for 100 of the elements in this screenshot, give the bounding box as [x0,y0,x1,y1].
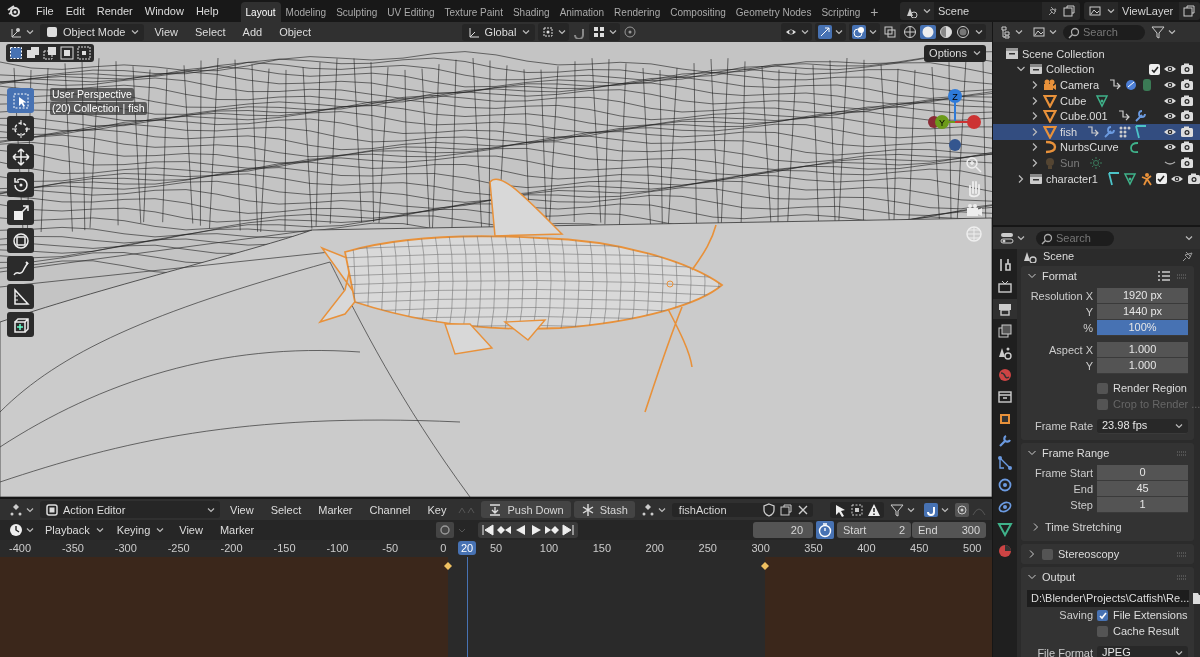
number-field[interactable]: 1920 px [1097,288,1188,304]
outliner-row[interactable]: Scene Collection [993,46,1200,62]
percentage-slider[interactable]: 100% [1097,320,1188,336]
checkbox-label[interactable]: Cache Result [1113,625,1180,637]
panel-header[interactable]: Output [1021,567,1194,587]
start-frame-field[interactable]: Start 2 [837,522,911,538]
workspace-tab[interactable]: Texture Paint [439,2,508,22]
menu-item[interactable]: View [223,501,261,518]
number-field[interactable]: 45 [1097,481,1188,497]
menu-item[interactable]: Help [189,3,225,19]
menu-item[interactable]: Channel [362,501,418,518]
workspace-tab[interactable]: UV Editing [382,2,440,22]
menu-item[interactable]: Marker [212,522,262,538]
menu-dropdown[interactable]: Playback [40,521,109,539]
view-layer-selector[interactable]: ViewLayer [1084,2,1200,20]
dropdown[interactable]: JPEG [1097,645,1188,657]
scene-name: Scene [934,2,1042,20]
frame-number: -300 [114,542,137,554]
action-editor-dropdown[interactable]: Action Editor [40,501,220,518]
current-frame-indicator[interactable]: 20 [458,541,477,555]
outliner-row[interactable]: Camera [993,77,1200,93]
outliner-row[interactable]: Collection [993,61,1200,78]
frame-number: 150 [592,542,612,554]
navigation-gizmo-drawing[interactable]: Z Y [922,88,984,154]
number-field[interactable]: 1.000 [1097,342,1188,358]
outliner-item-label: Collection [1046,63,1095,76]
number-field[interactable]: 1440 px [1097,304,1188,320]
menu-item[interactable]: View [172,522,210,538]
menu-item[interactable]: View [147,24,186,40]
workspace-tab[interactable]: Shading [507,2,555,22]
field-label: Start [843,523,867,538]
field-label: Y [1085,360,1093,372]
panel-header[interactable]: Frame Range [1021,443,1194,463]
outliner-row[interactable]: character1 [993,170,1200,187]
search-field[interactable]: Search [1063,24,1145,40]
frame-number: 300 [751,542,770,554]
menu-item[interactable]: File [30,3,60,19]
orientation-dropdown[interactable]: Global [461,23,536,41]
panel-title: Format [1042,270,1077,282]
object-mode-dropdown[interactable]: Object Mode [40,23,145,41]
number-field[interactable]: 1 [1097,497,1188,513]
panel-header[interactable]: Format [1021,266,1194,286]
outliner-item-label: Camera [1060,79,1100,91]
outliner-item-label: Sun [1060,156,1080,169]
frame-number: 400 [857,542,876,554]
menu-item[interactable]: Window [138,3,190,19]
outliner-row[interactable]: Sun [993,155,1200,171]
panel-title: Output [1042,571,1076,583]
frame-number: -150 [273,542,296,554]
frame-number: 500 [963,542,982,554]
viewport-info-text: User Perspective [50,88,134,101]
menu-item[interactable]: Edit [59,3,91,19]
search-field[interactable]: Search [1036,230,1114,246]
panel-header[interactable]: Stereoscopy [1021,544,1194,564]
frame-number: 450 [910,542,929,554]
menu-item[interactable]: Render [90,3,139,19]
field-label: Aspect X [1048,344,1093,356]
field-value: 300 [961,523,980,538]
menu-item[interactable]: Object [272,24,318,40]
outliner-row[interactable]: Cube [993,92,1200,109]
outliner-item-label: Scene Collection [1022,47,1105,60]
menu-item[interactable]: Key [420,501,454,518]
number-field[interactable]: 1.000 [1097,358,1188,374]
push-down-button[interactable]: Push Down [481,501,571,518]
checkbox-label[interactable]: Render Region [1113,382,1187,394]
workspace-tab[interactable]: Modeling [280,2,332,22]
number-field[interactable]: 0 [1097,465,1188,481]
frame-number: -50 [382,542,399,554]
menu-item[interactable]: Add [235,24,270,40]
subpanel-header[interactable]: Time Stretching [1031,521,1122,533]
add-workspace-button[interactable]: + [865,2,884,22]
workspace-tab[interactable]: Geometry Nodes [730,2,817,22]
end-frame-field[interactable]: End 300 [912,522,986,538]
outliner-row[interactable]: NurbsCurve [993,139,1200,156]
workspace-tab[interactable]: Layout [240,2,281,22]
checkbox-label[interactable]: File Extensions [1113,609,1188,621]
outliner-row[interactable]: Cube.001 [993,108,1200,124]
scene-selector[interactable]: Scene [900,2,1080,20]
stash-button[interactable]: Stash [573,501,635,518]
workspace-tab[interactable]: Compositing [665,2,731,22]
dropdown[interactable]: 23.98 fps [1097,418,1188,434]
menu-dropdown[interactable]: Keying [111,521,170,539]
menu-item[interactable]: Select [188,24,233,40]
workspace-tab[interactable]: Scripting [816,2,866,22]
outliner-item-label: fish [1060,125,1078,138]
workspace-tab[interactable]: Animation [554,2,610,22]
frame-number: -350 [61,542,84,554]
workspace-tab[interactable]: Rendering [609,2,666,22]
menu-item[interactable]: Marker [311,501,360,518]
frame-number: -100 [326,542,349,554]
frame-number: 200 [645,542,664,554]
workspace-tab[interactable]: Sculpting [331,2,383,22]
menu-item[interactable]: Select [263,501,309,518]
z-axis-label: Z [952,91,958,102]
current-frame-field[interactable]: 20 [753,522,813,538]
frame-number: -200 [220,542,243,554]
viewport-info-text: (20) Collection | fish [50,102,147,115]
view-layer-name: ViewLayer [1118,2,1179,20]
file-path-field[interactable]: D:\Blender\Projects\Catfish\Re... [1027,589,1190,607]
outliner-row[interactable]: fish [993,123,1200,140]
